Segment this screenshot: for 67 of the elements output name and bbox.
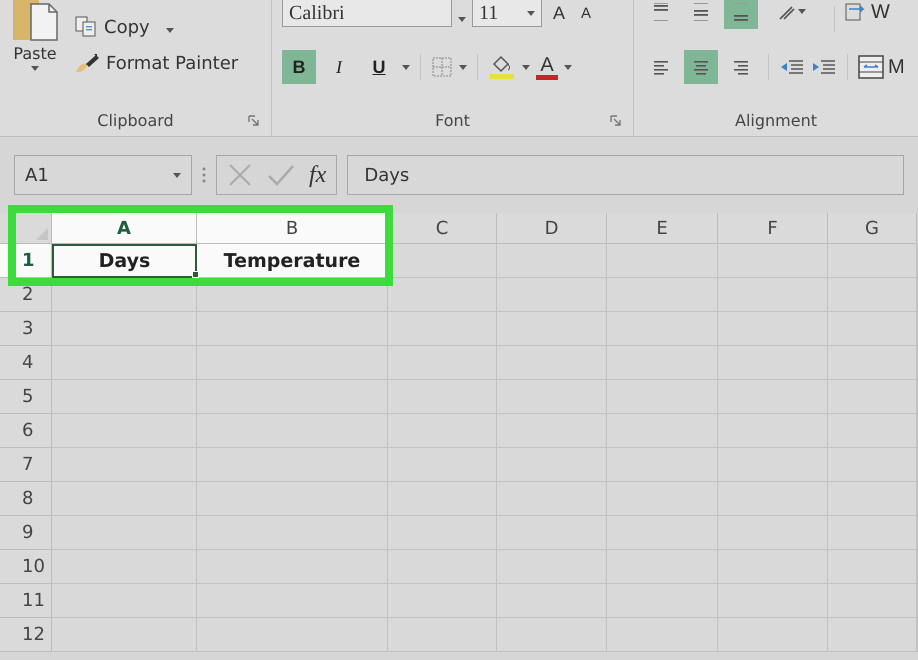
vertical-align-button[interactable] bbox=[724, 0, 758, 29]
group-label: Clipboard bbox=[97, 110, 174, 130]
grow-font-button[interactable]: A bbox=[548, 2, 570, 24]
row-header[interactable]: 6 bbox=[0, 414, 52, 448]
caret-icon[interactable] bbox=[31, 66, 39, 71]
borders-icon[interactable] bbox=[431, 56, 453, 78]
increase-indent-icon[interactable] bbox=[811, 58, 837, 76]
row-header[interactable]: 5 bbox=[0, 380, 52, 414]
group-label: Font bbox=[435, 110, 470, 130]
row-header[interactable]: 3 bbox=[0, 312, 52, 346]
underline-button[interactable]: U bbox=[362, 50, 396, 84]
align-lines-icon bbox=[652, 3, 670, 21]
font-color-button[interactable]: A bbox=[536, 54, 558, 80]
align-lines-icon bbox=[732, 58, 750, 76]
decrease-indent-icon[interactable] bbox=[779, 58, 805, 76]
copy-icon bbox=[74, 16, 98, 38]
wrap-text-button[interactable]: W bbox=[845, 0, 890, 24]
column-header[interactable]: B bbox=[197, 213, 388, 244]
fill-color-icon[interactable] bbox=[488, 54, 516, 80]
dialog-launcher-icon[interactable] bbox=[610, 115, 621, 126]
caret-icon[interactable] bbox=[173, 172, 181, 178]
font-size-field[interactable]: 11 bbox=[472, 0, 542, 27]
align-lines-icon bbox=[692, 3, 710, 21]
column-header[interactable]: A bbox=[52, 213, 197, 244]
merge-button[interactable]: M bbox=[858, 55, 905, 79]
paintbrush-icon bbox=[74, 52, 100, 74]
group-label: Alignment bbox=[735, 110, 817, 130]
caret-icon[interactable] bbox=[402, 64, 410, 70]
caret-icon[interactable] bbox=[522, 64, 530, 70]
font-name-field[interactable]: Calibri bbox=[282, 0, 452, 27]
row-header[interactable]: 7 bbox=[0, 448, 52, 482]
caret-icon[interactable] bbox=[166, 28, 174, 32]
checkmark-icon[interactable] bbox=[267, 163, 295, 187]
table-cell[interactable]: Days bbox=[52, 244, 197, 278]
caret-icon[interactable] bbox=[527, 10, 535, 16]
align-lines-icon bbox=[692, 58, 710, 76]
row-header[interactable]: 10 bbox=[0, 550, 52, 584]
column-header[interactable]: F bbox=[718, 213, 828, 244]
italic-button[interactable]: I bbox=[322, 50, 356, 84]
horizontal-align-button[interactable] bbox=[684, 50, 718, 84]
row-header[interactable]: 9 bbox=[0, 516, 52, 550]
column-header[interactable]: G bbox=[828, 213, 917, 244]
bold-button[interactable]: B bbox=[282, 50, 316, 84]
column-header[interactable]: D bbox=[497, 213, 607, 244]
dialog-launcher-icon[interactable] bbox=[248, 115, 259, 126]
caret-icon[interactable] bbox=[458, 16, 466, 22]
caret-icon[interactable] bbox=[459, 64, 467, 70]
shrink-font-button[interactable]: A bbox=[576, 4, 596, 22]
copy-button[interactable]: Copy bbox=[70, 14, 242, 40]
row-header[interactable]: 12 bbox=[0, 618, 52, 652]
align-lines-icon bbox=[652, 58, 670, 76]
column-header[interactable]: E bbox=[607, 213, 718, 244]
row-header[interactable]: 11 bbox=[0, 584, 52, 618]
align-lines-icon bbox=[732, 3, 750, 21]
paste-button[interactable]: Paste bbox=[0, 0, 70, 104]
wrap-text-icon bbox=[845, 2, 867, 22]
formula-field[interactable]: Days bbox=[347, 155, 904, 195]
format-painter-button[interactable]: Format Painter bbox=[70, 50, 242, 76]
row-header[interactable]: 4 bbox=[0, 346, 52, 380]
name-box[interactable]: A1 bbox=[14, 155, 192, 195]
cancel-icon[interactable] bbox=[227, 162, 253, 188]
insert-function-button[interactable]: fx bbox=[309, 162, 326, 188]
caret-icon[interactable] bbox=[564, 64, 572, 70]
table-cell[interactable]: Temperature bbox=[197, 244, 388, 278]
row-header[interactable]: 8 bbox=[0, 482, 52, 516]
dots-icon bbox=[202, 165, 206, 185]
merge-icon bbox=[858, 55, 884, 79]
